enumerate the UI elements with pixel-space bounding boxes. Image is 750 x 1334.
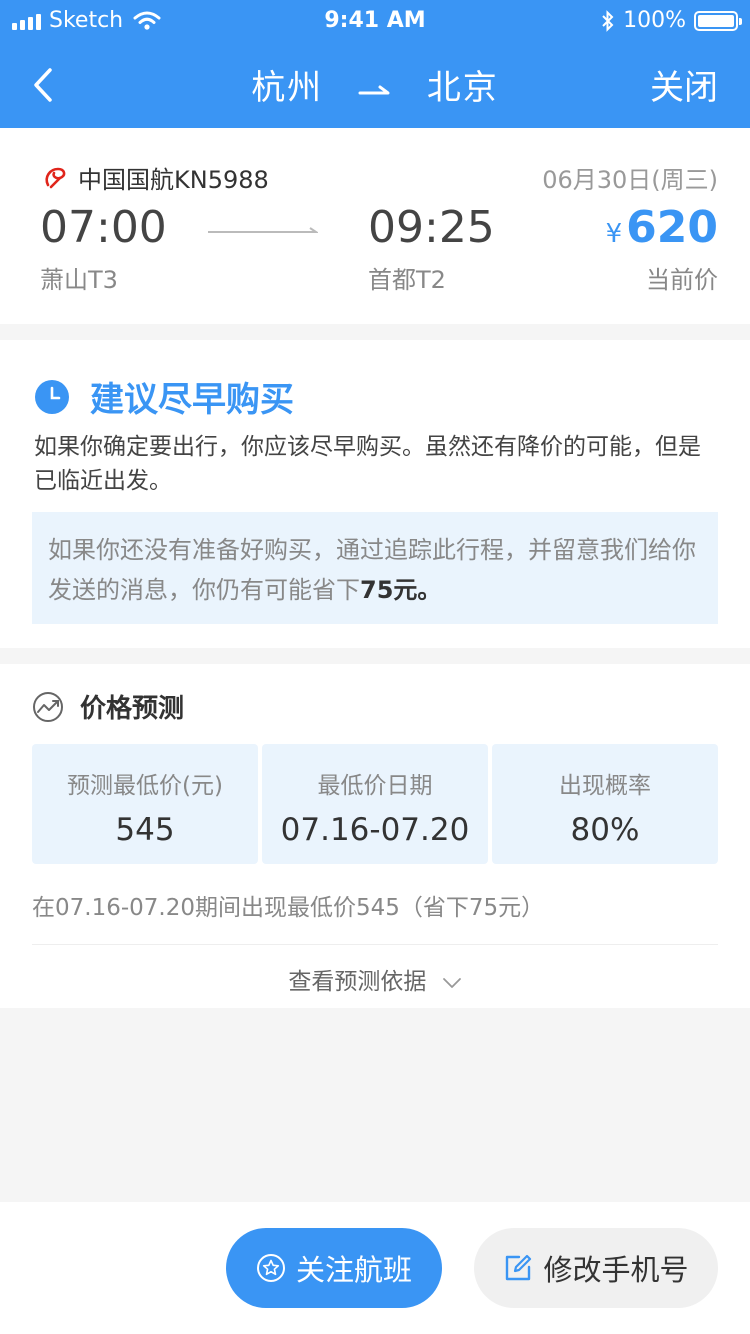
view-basis-button[interactable]: 查看预测依据 [0,962,750,996]
bottom-action-bar: 关注航班 修改手机号 [0,1202,750,1334]
stat-value: 80% [570,812,640,848]
departure-time: 07:00 [40,202,167,253]
divider [32,944,718,945]
destination-city: 北京 [426,68,499,108]
arrival-airport: 首都T2 [368,266,446,294]
tip-box: 如果你还没有准备好购买，通过追踪此行程，并留意我们给你发送的消息，你仍有可能省下… [32,512,718,624]
flight-card: 中国国航KN5988 06月30日(周三) 07:00 09:25 萧山T3 首… [0,128,750,324]
prediction-card: 价格预测 预测最低价(元) 545 最低价日期 07.16-07.20 出现概率… [0,664,750,1008]
edit-phone-button[interactable]: 修改手机号 [474,1228,718,1308]
trend-icon [33,691,63,722]
origin-city: 杭州 [251,68,324,108]
prediction-title: 价格预测 [80,694,185,724]
airline-logo-icon [45,167,66,188]
status-right: 100% [601,8,742,33]
stat-label: 预测最低价(元) [67,773,223,799]
stat-value: 07.16-07.20 [280,812,470,848]
airline-row: 中国国航KN5988 [42,160,269,195]
stat-label: 出现概率 [559,773,651,799]
route-title: 杭州 北京 [0,60,750,109]
flight-arrow-icon [208,227,318,233]
follow-flight-button[interactable]: 关注航班 [226,1228,442,1308]
advice-card: 建议尽早购买 如果你确定要出行，你应该尽早购买。虽然还有降价的可能，但是已临近出… [0,340,750,648]
current-price: ¥ 620 [606,202,718,253]
close-button[interactable]: 关闭 [650,60,718,109]
currency-symbol: ¥ [605,219,623,249]
header: Sketch 9:41 AM 100% 杭州 北京 关闭 [0,0,750,128]
advice-text: 如果你确定要出行，你应该尽早购买。虽然还有降价的可能，但是已临近出发。 [34,434,701,494]
tip-savings: 75元。 [360,576,442,604]
edit-phone-label: 修改手机号 [543,1253,689,1287]
view-basis-label: 查看预测依据 [288,969,427,995]
route-arrow-icon [358,85,390,94]
departure-airport: 萧山T3 [40,266,118,294]
arrival-time: 09:25 [368,202,495,253]
battery-icon [694,10,742,31]
clock-icon [35,379,69,414]
bluetooth-icon [602,9,614,32]
edit-icon [506,1254,532,1281]
stat-value: 545 [115,812,175,848]
battery-percent: 100% [623,8,686,33]
status-bar: Sketch 9:41 AM 100% [0,0,750,40]
chevron-down-icon [442,977,461,988]
follow-flight-label: 关注航班 [295,1253,412,1287]
prediction-stats: 预测最低价(元) 545 最低价日期 07.16-07.20 出现概率 80% [32,744,718,864]
stat-lowest-date: 最低价日期 07.16-07.20 [262,744,488,864]
stat-label: 最低价日期 [317,773,433,799]
price-value: 620 [626,202,718,253]
advice-title: 建议尽早购买 [90,380,294,420]
flight-date: 06月30日(周三) [542,166,718,194]
prediction-summary: 在07.16-07.20期间出现最低价545（省下75元） [32,895,545,921]
nav-bar: 杭州 北京 关闭 [0,40,750,128]
price-label: 当前价 [646,266,718,294]
star-icon [256,1254,285,1282]
advice-title-row: 建议尽早购买 [34,372,294,421]
airline-flight-number: 中国国航KN5988 [78,166,269,194]
stat-lowest-price: 预测最低价(元) 545 [32,744,258,864]
stat-probability: 出现概率 80% [492,744,718,864]
prediction-title-row: 价格预测 [32,688,184,725]
